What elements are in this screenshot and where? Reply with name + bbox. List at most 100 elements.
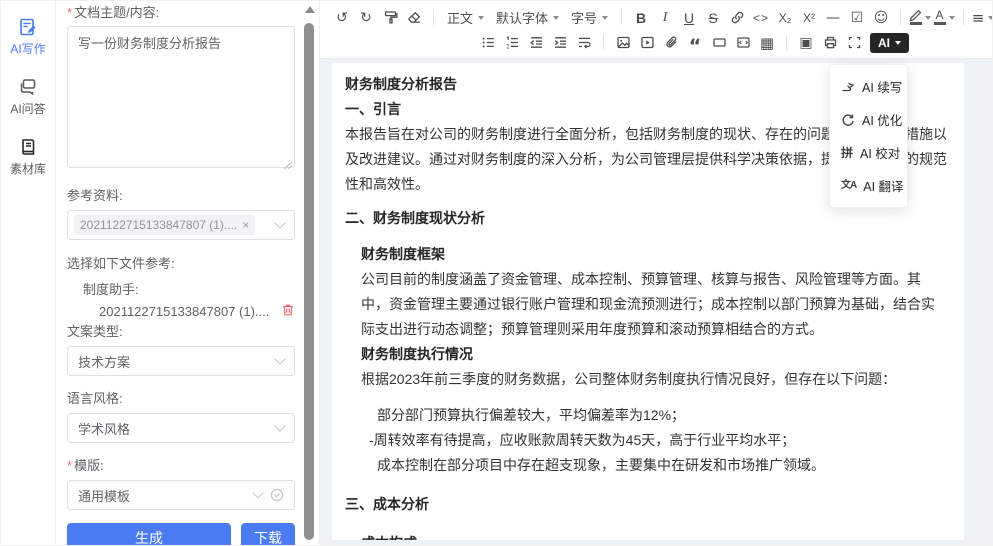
strikethrough-button[interactable]: S: [701, 7, 725, 29]
menu-item-label: AI 续写: [862, 77, 902, 96]
toolbar-divider: [433, 10, 434, 25]
reference-label: 参考资料:: [67, 188, 295, 204]
bullet-list-icon[interactable]: [476, 32, 500, 54]
download-button[interactable]: 下载: [241, 523, 295, 546]
doc-subheading-framework: 财务制度框架: [361, 242, 948, 267]
ordered-list-icon[interactable]: [500, 32, 524, 54]
generate-button[interactable]: 生成: [67, 523, 231, 546]
menu-item-label: AI 校对: [860, 143, 900, 162]
toolbar-divider: [786, 35, 787, 50]
ai-dropdown-menu: AI 续写 AI 优化 拼 AI 校对 文A AI 翻译: [829, 64, 908, 208]
reference-select[interactable]: 2021122715133847807 (1).... ×: [67, 210, 295, 240]
menu-item-ai-continue[interactable]: AI 续写: [830, 70, 907, 103]
ai-qa-icon: [18, 77, 38, 97]
sidebar-item-ai-writing[interactable]: AI写作: [10, 17, 45, 57]
material-library-icon: [18, 137, 38, 157]
delete-file-icon[interactable]: [281, 303, 295, 320]
topic-input[interactable]: 写一份财务制度分析报告: [67, 26, 295, 168]
check-circle-icon: [270, 488, 284, 502]
divider-card-icon[interactable]: [707, 32, 731, 54]
redo-icon[interactable]: ↻: [354, 7, 378, 29]
font-color-bar: [934, 22, 946, 25]
font-color-button[interactable]: A: [932, 7, 956, 29]
ai-menu-button[interactable]: AI: [870, 33, 909, 53]
code-block-icon[interactable]: [731, 32, 755, 54]
language-style-label: 语言风格:: [67, 391, 295, 407]
font-size-dropdown[interactable]: 字号: [565, 7, 614, 29]
topic-textarea-wrap: 写一份财务制度分析报告: [67, 26, 295, 173]
task-checkbox-icon[interactable]: ☑: [845, 7, 869, 29]
blockquote-icon[interactable]: “: [683, 32, 707, 54]
toolbar-divider: [900, 10, 901, 25]
underline-button[interactable]: U: [677, 7, 701, 29]
paragraph-style-dropdown[interactable]: 正文: [441, 7, 490, 29]
emoji-icon[interactable]: ☺: [869, 7, 893, 29]
indent-icon[interactable]: [548, 32, 572, 54]
topic-label: *文档主题/内容:: [67, 5, 295, 21]
referenced-file-row: 2021122715133847807 (1)....: [99, 303, 295, 320]
font-family-dropdown[interactable]: 默认字体: [490, 7, 565, 29]
required-asterisk: *: [67, 5, 72, 20]
generation-form: *文档主题/内容: 写一份财务制度分析报告 参考资料: 202112271513…: [57, 1, 319, 546]
undo-icon[interactable]: ↺: [330, 7, 354, 29]
menu-item-ai-translate[interactable]: 文A AI 翻译: [830, 169, 907, 202]
menu-item-label: AI 翻译: [863, 176, 903, 195]
sidebar-item-ai-qa[interactable]: AI问答: [10, 77, 45, 117]
horizontal-rule-icon[interactable]: —: [821, 7, 845, 29]
menu-item-ai-optimize[interactable]: AI 优化: [830, 103, 907, 136]
toolbar-row-2: “ ▦ ▣: [476, 30, 988, 55]
subscript-button[interactable]: X₂: [773, 7, 797, 29]
tag-remove-icon[interactable]: ×: [242, 219, 249, 231]
form-actions: 生成 下载: [67, 523, 295, 546]
chevron-down-icon: [274, 217, 285, 228]
insert-image-icon[interactable]: [611, 32, 635, 54]
caret-down-icon: [925, 16, 931, 20]
toolbar-divider: [621, 10, 622, 25]
sidebar-item-label: AI写作: [10, 40, 45, 57]
proofread-icon: 拼: [841, 147, 853, 159]
font-color-icon: A: [936, 10, 944, 21]
scrollbar-up-arrow[interactable]: [305, 6, 315, 13]
fullscreen-icon[interactable]: [842, 32, 866, 54]
attachment-icon[interactable]: [659, 32, 683, 54]
format-painter-icon[interactable]: [378, 7, 402, 29]
sidebar: AI写作 AI问答 素材库: [1, 1, 56, 546]
caret-down-icon: [478, 16, 484, 20]
language-style-select[interactable]: 学术风格: [67, 413, 295, 443]
editor-toolbar: ↺ ↻ 正文 默认字体: [320, 1, 993, 59]
sidebar-item-material-library[interactable]: 素材库: [10, 137, 46, 177]
chevron-down-icon: [252, 487, 263, 498]
referenced-file-name: 2021122715133847807 (1)....: [99, 304, 275, 319]
sidebar-item-label: 素材库: [10, 160, 46, 177]
align-icon: ≡: [972, 9, 985, 27]
caret-down-icon: [553, 16, 559, 20]
scrollbar-thumb[interactable]: [304, 23, 314, 540]
superscript-button[interactable]: X²: [797, 7, 821, 29]
insert-video-icon[interactable]: [635, 32, 659, 54]
highlight-color-button[interactable]: [908, 7, 932, 29]
toolbar-row-1: ↺ ↻ 正文 默认字体: [330, 5, 988, 30]
menu-item-label: AI 优化: [862, 110, 902, 129]
menu-item-ai-proofread[interactable]: 拼 AI 校对: [830, 136, 907, 169]
table-icon[interactable]: ▦: [755, 32, 779, 54]
print-icon[interactable]: [818, 32, 842, 54]
doc-issue-item: 部分部门预算执行偏差较大，平均偏差率为12%；: [377, 403, 948, 428]
continue-writing-icon: [841, 80, 855, 94]
inline-code-button[interactable]: <>: [749, 7, 773, 29]
textarea-resize-handle[interactable]: [284, 161, 292, 169]
assistant-group-label: 制度助手:: [83, 279, 295, 298]
template-select[interactable]: 通用模板: [67, 480, 295, 510]
caret-down-icon: [602, 16, 608, 20]
align-dropdown[interactable]: ≡: [971, 7, 993, 29]
doc-type-select[interactable]: 技术方案: [67, 346, 295, 376]
page-layout-icon[interactable]: ▣: [794, 32, 818, 54]
caret-down-icon: [895, 41, 901, 45]
outdent-icon[interactable]: [524, 32, 548, 54]
bold-button[interactable]: B: [629, 7, 653, 29]
chevron-down-icon: [274, 353, 285, 364]
eraser-icon[interactable]: [402, 7, 426, 29]
italic-button[interactable]: I: [653, 7, 677, 29]
text-wrap-icon[interactable]: [572, 32, 596, 54]
caret-down-icon: [988, 16, 993, 20]
link-icon[interactable]: [725, 7, 749, 29]
